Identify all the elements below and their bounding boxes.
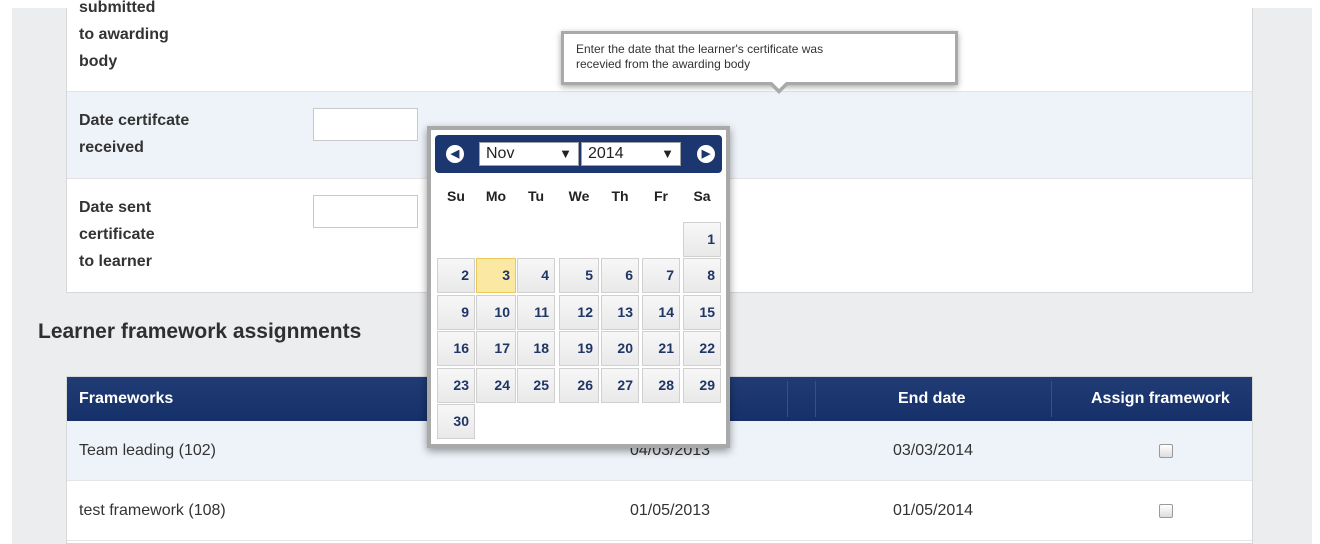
month-select[interactable]: Nov ▼ — [479, 142, 579, 166]
chevron-left-icon[interactable]: ◀ — [446, 145, 464, 163]
weekday-label: Sa — [693, 188, 711, 204]
end-date: 01/05/2014 — [893, 502, 974, 519]
assign-framework-checkbox[interactable] — [1159, 444, 1173, 458]
calendar-day[interactable]: 13 — [601, 295, 639, 330]
label-line: Date sent — [79, 199, 152, 216]
calendar-day[interactable]: 22 — [683, 331, 721, 366]
start-date: 01/05/2013 — [630, 502, 711, 519]
caret-down-icon: ▼ — [661, 146, 674, 161]
label-line: Date certifcate — [79, 112, 190, 129]
label-line: submitted — [79, 0, 156, 16]
calendar-day[interactable]: 6 — [601, 258, 639, 293]
calendar-day[interactable]: 14 — [642, 295, 680, 330]
calendar-day[interactable]: 30 — [437, 404, 475, 439]
header-assign-framework[interactable]: Assign framework — [1091, 377, 1230, 421]
calendar-day[interactable]: 5 — [559, 258, 599, 293]
datepicker: ◀ Nov ▼ 2014 ▼ ▶ Su Mo Tu We Th Fr Sa 12345678… — [427, 126, 730, 448]
datepicker-header: ◀ Nov ▼ 2014 ▼ ▶ — [435, 135, 722, 173]
label-line: received — [79, 139, 144, 156]
chevron-right-icon[interactable]: ▶ — [697, 145, 715, 163]
calendar-day[interactable]: 8 — [683, 258, 721, 293]
label-line: certificate — [79, 226, 155, 243]
tooltip-text-line: recevied from the awarding body — [576, 57, 751, 71]
caret-down-icon: ▼ — [559, 146, 572, 161]
calendar-day[interactable]: 24 — [476, 368, 516, 403]
calendar-day[interactable]: 3 — [476, 258, 516, 293]
calendar-day[interactable]: 17 — [476, 331, 516, 366]
label-line: to awarding — [79, 26, 169, 43]
calendar-day[interactable]: 26 — [559, 368, 599, 403]
calendar-day[interactable]: 28 — [642, 368, 680, 403]
month-value: Nov — [486, 145, 515, 162]
weekday-label: Th — [611, 188, 629, 204]
weekday-label: Fr — [654, 188, 668, 204]
weekday-label: Mo — [485, 188, 507, 204]
header-divider — [815, 381, 816, 417]
header-frameworks[interactable]: Frameworks — [79, 377, 173, 421]
calendar-day[interactable]: 10 — [476, 295, 516, 330]
weekday-label: Tu — [527, 188, 545, 204]
tooltip-text-line: Enter the date that the learner's certif… — [576, 42, 824, 56]
calendar-day[interactable]: 18 — [517, 331, 555, 366]
calendar-day[interactable]: 7 — [642, 258, 680, 293]
calendar-day[interactable]: 20 — [601, 331, 639, 366]
header-end-date[interactable]: End date — [898, 377, 966, 421]
table-row: test framework (108) 01/05/2013 01/05/20… — [67, 481, 1252, 541]
header-divider — [787, 381, 788, 417]
framework-name: test framework (108) — [79, 502, 226, 519]
calendar-day[interactable]: 29 — [683, 368, 721, 403]
calendar-day[interactable]: 21 — [642, 331, 680, 366]
calendar-day[interactable]: 19 — [559, 331, 599, 366]
year-select[interactable]: 2014 ▼ — [581, 142, 681, 166]
tooltip-arrow-inner — [770, 80, 788, 89]
calendar-day[interactable]: 15 — [683, 295, 721, 330]
year-value: 2014 — [588, 145, 624, 162]
calendar-day[interactable]: 12 — [559, 295, 599, 330]
header-divider — [1051, 381, 1052, 417]
framework-name: Team leading (102) — [79, 442, 216, 459]
calendar-day[interactable]: 25 — [517, 368, 555, 403]
calendar-day[interactable]: 2 — [437, 258, 475, 293]
label-submitted-to-awarding-body: submitted to awarding body — [79, 0, 169, 75]
weekday-label: Su — [447, 188, 465, 204]
calendar-day[interactable]: 4 — [517, 258, 555, 293]
calendar-day[interactable]: 23 — [437, 368, 475, 403]
calendar-day[interactable]: 11 — [517, 295, 555, 330]
date-received-input[interactable] — [313, 108, 418, 141]
weekday-label: We — [568, 188, 590, 204]
label-date-sent-certificate: Date sent certificate to learner — [79, 194, 155, 275]
section-title: Learner framework assignments — [38, 320, 362, 343]
label-date-certificate-received: Date certifcate received — [79, 107, 189, 161]
label-line: body — [79, 53, 118, 70]
calendar-day[interactable]: 1 — [683, 222, 721, 257]
calendar-day[interactable]: 16 — [437, 331, 475, 366]
label-line: to learner — [79, 253, 152, 270]
calendar-day[interactable]: 27 — [601, 368, 639, 403]
assign-framework-checkbox[interactable] — [1159, 504, 1173, 518]
help-tooltip: Enter the date that the learner's certif… — [561, 31, 958, 94]
date-sent-input[interactable] — [313, 195, 418, 228]
end-date: 03/03/2014 — [893, 442, 974, 459]
calendar-day[interactable]: 9 — [437, 295, 475, 330]
